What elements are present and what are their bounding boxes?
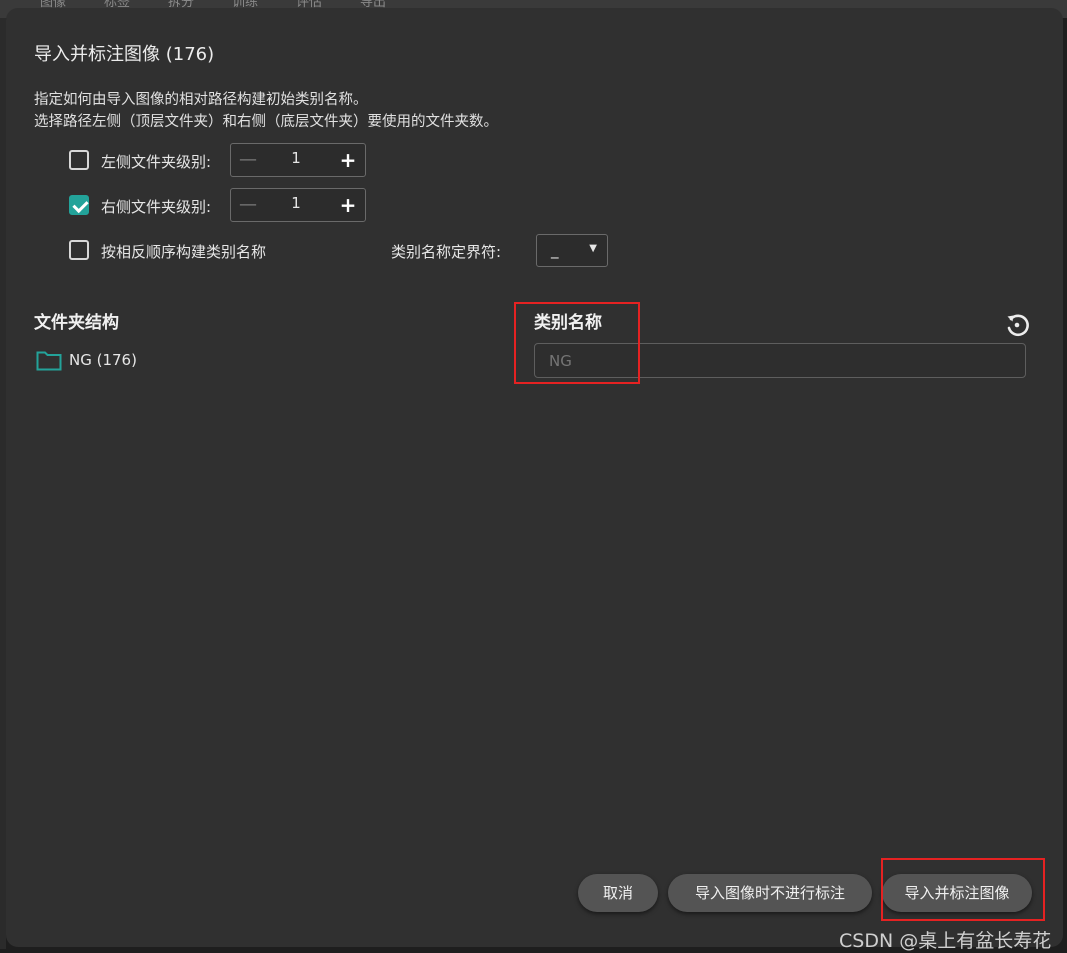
dialog-description-line2: 选择路径左侧（顶层文件夹）和右侧（底层文件夹）要使用的文件夹数。 bbox=[34, 114, 498, 130]
reset-icon[interactable] bbox=[1003, 310, 1031, 338]
cancel-button[interactable]: 取消 bbox=[578, 874, 658, 912]
left-level-stepper: — 1 + bbox=[230, 143, 366, 177]
left-level-checkbox[interactable] bbox=[69, 150, 89, 170]
increment-button[interactable]: + bbox=[337, 148, 359, 172]
background-tab: 标签 bbox=[104, 0, 131, 10]
background-tab: 评估 bbox=[296, 0, 323, 10]
class-name-input[interactable] bbox=[534, 343, 1026, 378]
delimiter-value: _ bbox=[551, 241, 559, 259]
folder-structure-heading: 文件夹结构 bbox=[34, 313, 119, 333]
dialog-title: 导入并标注图像 (176) bbox=[34, 44, 215, 65]
class-name-heading: 类别名称 bbox=[534, 313, 602, 333]
decrement-button[interactable]: — bbox=[237, 148, 259, 172]
right-level-value[interactable]: 1 bbox=[281, 194, 311, 212]
delimiter-select[interactable]: _ ▼ bbox=[536, 234, 608, 267]
reverse-order-label: 按相反顺序构建类别名称 bbox=[101, 243, 267, 261]
folder-icon bbox=[36, 351, 62, 371]
background-tab: 训练 bbox=[232, 0, 259, 10]
background-tab: 导出 bbox=[360, 0, 387, 10]
import-without-label-button[interactable]: 导入图像时不进行标注 bbox=[668, 874, 872, 912]
background-tab: 图像 bbox=[40, 0, 67, 10]
reverse-order-checkbox[interactable] bbox=[69, 240, 89, 260]
delimiter-label: 类别名称定界符: bbox=[391, 243, 502, 261]
background-tab: 拆分 bbox=[168, 0, 195, 10]
right-level-checkbox[interactable] bbox=[69, 195, 89, 215]
dialog-description-line1: 指定如何由导入图像的相对路径构建初始类别名称。 bbox=[34, 92, 368, 108]
import-dialog: 导入并标注图像 (176) 指定如何由导入图像的相对路径构建初始类别名称。 选择… bbox=[6, 8, 1063, 952]
increment-button[interactable]: + bbox=[337, 193, 359, 217]
left-level-label: 左侧文件夹级别: bbox=[101, 153, 212, 171]
right-level-label: 右侧文件夹级别: bbox=[101, 198, 212, 216]
import-and-label-button[interactable]: 导入并标注图像 bbox=[882, 874, 1032, 912]
left-level-value[interactable]: 1 bbox=[281, 149, 311, 167]
folder-tree-item[interactable]: NG (176) bbox=[69, 351, 137, 369]
decrement-button[interactable]: — bbox=[237, 193, 259, 217]
right-level-stepper: — 1 + bbox=[230, 188, 366, 222]
dropdown-arrow-icon: ▼ bbox=[589, 243, 597, 254]
